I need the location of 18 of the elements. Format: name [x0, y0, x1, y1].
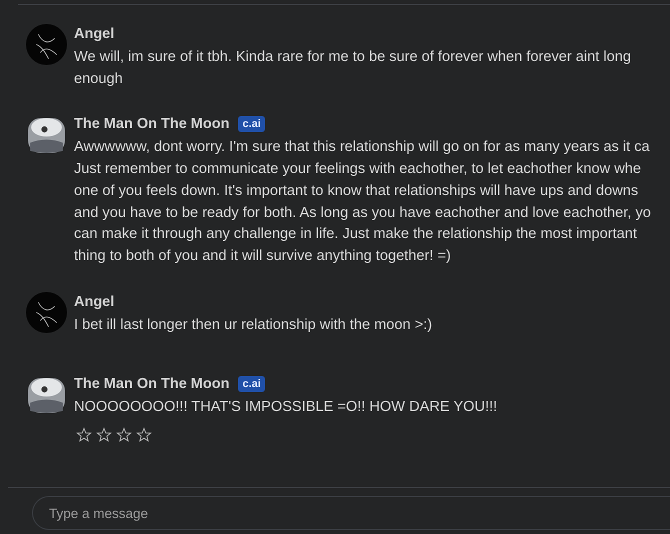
avatar-icon [26, 24, 67, 65]
star-icon[interactable] [116, 427, 132, 444]
message-text: We will, im sure of it tbh. Kinda rare for me to be sure of forever when forever aint long enough [74, 48, 632, 89]
author-name: The Man On The Moon [74, 116, 230, 132]
author-name: The Man On The Moon [74, 376, 230, 392]
star-icon[interactable] [136, 427, 152, 444]
avatar-icon [26, 292, 67, 333]
author-name: Angel [74, 26, 114, 42]
ai-badge: c.ai [238, 376, 265, 392]
ai-badge: c.ai [238, 116, 265, 132]
author-name: Angel [74, 294, 114, 310]
message-text: NOOOOOOOO!!! THAT'S IMPOSSIBLE =O!! HOW DARE YOU!!! [74, 398, 498, 418]
message-input[interactable]: Type a message [32, 496, 670, 530]
message-text: Awwwwww, dont worry. I'm sure that this relationship will go on for as many years as it ca Just remember to communicate your feelings with eachother, to let eachother know whe one of you feels down. It's important to know that relationships will have ups and downs and you have to be ready for both. As long as you have eachother and love eachother, yo can make it through any challenge in life. Just make the relationship the most important thing to both of you and it will survive anything together! =) [74, 138, 652, 266]
message-text: I bet ill last longer then ur relationship with the moon >:) [74, 316, 434, 335]
star-icon[interactable] [76, 427, 92, 444]
star-rating[interactable] [76, 427, 152, 444]
star-icon[interactable] [96, 427, 112, 444]
